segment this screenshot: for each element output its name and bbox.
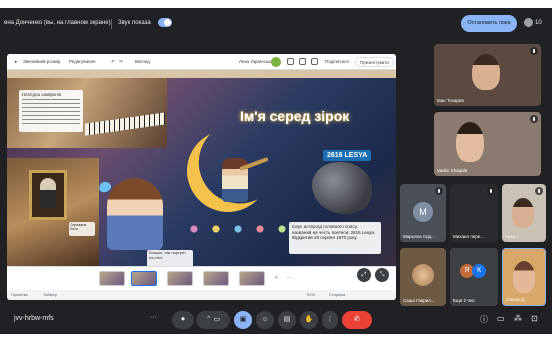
flowers-image: [183, 220, 293, 238]
participant-video: [472, 54, 500, 90]
present-screen-button[interactable]: ▣: [234, 311, 252, 329]
participant-name: Саша Гаврил...: [403, 298, 435, 303]
meeting-code: jvv-hrbw-mfs: [14, 315, 54, 322]
back-icon[interactable]: ▸: [15, 59, 17, 65]
asteroid-badge: 2616 LESYA: [323, 150, 372, 161]
edit-mode-button[interactable]: Редагування: [69, 59, 95, 64]
page-view-button[interactable]: Сторінка: [329, 292, 345, 297]
language-label[interactable]: Лиза Українська: [239, 59, 273, 64]
info-card: Незгідна симфонія: [19, 90, 83, 132]
settings-icon[interactable]: [299, 58, 306, 65]
redo-icon[interactable]: ↷: [119, 59, 123, 65]
people-icon: [524, 18, 533, 27]
status-bar: Примітки Таймер 92% Сторінка: [7, 290, 396, 300]
present-button[interactable]: Презентувати: [355, 57, 394, 67]
view-button[interactable]: Вигляд: [135, 59, 150, 64]
more-dots[interactable]: ···: [150, 314, 157, 321]
camera-button[interactable]: ⌃ ▭: [196, 311, 230, 329]
mic-muted-icon: [530, 115, 538, 123]
add-slide-icon[interactable]: +: [275, 275, 278, 281]
normal-size-button[interactable]: Звичайний розмір: [23, 59, 60, 64]
editor-toolbar: ▸ Звичайний розмір Редагування ↶ ↷ Вигля…: [7, 54, 396, 70]
mic-muted-icon: [535, 187, 543, 195]
meet-window: ена Донченко (вы, на главном экране) Зву…: [0, 8, 552, 334]
raise-hand-button[interactable]: ✋: [300, 311, 318, 329]
slide-title: Ім'я серед зірок: [240, 108, 350, 124]
participant-tile[interactable]: Vadim ShaqalII: [434, 112, 541, 176]
participant-name: Vadim ShaqalII: [437, 168, 468, 173]
share-button[interactable]: Поділитися: [325, 59, 349, 64]
lock-icon[interactable]: ⊡: [531, 314, 538, 323]
end-call-button[interactable]: ✆: [342, 311, 372, 329]
timer-button[interactable]: Таймер: [43, 292, 57, 297]
presenter-label: ена Донченко (вы, на главном экране): [4, 20, 111, 26]
slide-header-strip: [7, 70, 396, 78]
participant-name: Михаил пере...: [453, 234, 485, 239]
participant-tile-overflow[interactable]: Я К Ещё 2 чел.: [450, 248, 498, 306]
participant-tile[interactable]: Саша Гаврил...: [400, 248, 446, 306]
participant-name: Марьяна Сид...: [403, 234, 435, 239]
shared-screen: ▸ Звичайний розмір Редагування ↶ ↷ Вигля…: [7, 54, 396, 300]
fact-box: Існує астероїд головного поясу, названий…: [289, 222, 381, 254]
participant-name: Анто...: [505, 234, 519, 239]
mic-muted-icon: [435, 187, 443, 195]
history-icon[interactable]: [311, 58, 318, 65]
participant-name: Ещё 2 чел.: [453, 298, 476, 303]
participant-tile[interactable]: М Марьяна Сид...: [400, 184, 446, 242]
participant-avatar: М: [413, 202, 433, 222]
more-icon[interactable]: ⋯: [287, 275, 292, 281]
bottom-bar: jvv-hrbw-mfs ··· ⏺ ⌃ ▭ ▣ ☺ ▤ ✋ ⋮ ✆ ⓘ ▭ ⁂…: [0, 306, 552, 334]
notes-button[interactable]: Примітки: [11, 292, 28, 297]
participant-tile[interactable]: Іван Тохарев: [434, 44, 541, 106]
asteroid-image: [312, 162, 372, 214]
chat-icon[interactable]: ▭: [497, 314, 505, 323]
undo-icon[interactable]: ↶: [111, 59, 115, 65]
sound-share-label: Звук показа: [118, 20, 151, 26]
participant-avatar: [412, 264, 434, 286]
info-card-text: [22, 99, 80, 127]
info-card-title: Незгідна симфонія: [22, 92, 62, 97]
participant-name: Олена Д...: [506, 297, 528, 302]
participant-video: [456, 122, 484, 162]
people-button[interactable]: 10: [524, 18, 542, 27]
expand-icon[interactable]: ⤡: [375, 268, 389, 282]
thumbnail[interactable]: [99, 271, 125, 286]
mic-muted-icon: [530, 47, 538, 55]
piano-keys: [85, 112, 165, 136]
slide-thumbnails: + ⋯: [7, 266, 396, 290]
quote-card: Більше, ніж портрет на стіні: [147, 250, 193, 266]
participant-tile[interactable]: Михаил пере...: [450, 184, 498, 242]
thumbnail[interactable]: [239, 271, 265, 286]
sound-toggle[interactable]: [158, 18, 172, 27]
emoji-button[interactable]: ☺: [256, 311, 274, 329]
mic-button[interactable]: ⏺: [172, 311, 194, 329]
activities-icon[interactable]: ⁂: [514, 314, 522, 323]
mic-muted-icon: [487, 187, 495, 195]
framed-portrait-image: [29, 170, 67, 220]
comment-icon[interactable]: [287, 58, 294, 65]
slide-canvas[interactable]: Незгідна симфонія Ім'я серед зірок 2616 …: [7, 70, 396, 266]
more-options-button[interactable]: ⋮: [322, 311, 338, 329]
top-bar: ена Донченко (вы, на главном экране) Зву…: [0, 8, 552, 38]
user-avatar[interactable]: [271, 57, 281, 67]
participant-tile-self[interactable]: Олена Д...: [502, 248, 546, 306]
portrait-caption: Справжня Леся: [69, 222, 95, 236]
participant-video: [512, 198, 534, 228]
captions-button[interactable]: ▤: [278, 311, 296, 329]
people-count: 10: [535, 19, 542, 26]
thumbnail[interactable]: [203, 271, 229, 286]
info-icon[interactable]: ⓘ: [480, 314, 488, 325]
participant-name: Іван Тохарев: [437, 98, 464, 103]
participant-avatar: К: [472, 264, 486, 278]
thumbnail-active[interactable]: [131, 271, 157, 286]
participant-video: [513, 261, 535, 293]
thumbnail[interactable]: [167, 271, 193, 286]
participant-tile[interactable]: Анто...: [502, 184, 546, 242]
divider: [111, 19, 112, 29]
zoom-level[interactable]: 92%: [307, 292, 315, 297]
cartoon-girl-image: [107, 178, 163, 250]
fullscreen-icon[interactable]: ⤢: [357, 268, 371, 282]
stop-presenting-button[interactable]: Остановить пока: [461, 15, 517, 32]
